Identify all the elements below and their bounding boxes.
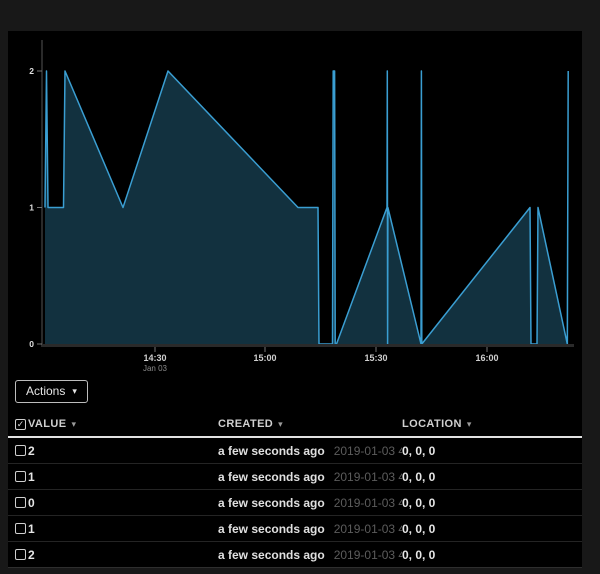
created-relative: a few seconds ago xyxy=(218,444,325,458)
row-checkbox[interactable] xyxy=(15,523,26,534)
location-cell: 0, 0, 0 xyxy=(402,496,582,510)
row-checkbox[interactable] xyxy=(15,549,26,560)
value-cell: 2 xyxy=(28,548,218,562)
column-header-location-label: LOCATION xyxy=(402,418,462,430)
sort-caret-icon: ▾ xyxy=(71,419,76,430)
created-cell: a few seconds ago 2019-01-03 4:22:12 p… xyxy=(218,444,402,458)
created-absolute: 2019-01-03 4:21:46 p… xyxy=(334,522,402,536)
svg-text:15:00: 15:00 xyxy=(253,353,276,363)
table-row: 1a few seconds ago 2019-01-03 4:22:08 …0,… xyxy=(8,464,582,490)
created-cell: a few seconds ago 2019-01-03 4:22:08 … xyxy=(218,470,402,484)
row-checkbox[interactable] xyxy=(15,497,26,508)
area-chart: 2 1 0 14:30Jan 03 15:00 15:30 16:00 xyxy=(8,31,582,376)
actions-button[interactable]: Actions ▾ xyxy=(15,380,88,403)
created-relative: a few seconds ago xyxy=(218,496,325,510)
created-absolute: 2019-01-03 4:22:12 p… xyxy=(334,444,402,458)
column-header-value-label: VALUE xyxy=(28,418,66,430)
svg-text:Jan 03: Jan 03 xyxy=(143,364,168,373)
sort-caret-icon: ▾ xyxy=(467,419,472,430)
table-row: 0a few seconds ago 2019-01-03 4:21:50 p…0… xyxy=(8,490,582,516)
row-checkbox[interactable] xyxy=(15,471,26,482)
created-relative: a few seconds ago xyxy=(218,548,325,562)
location-cell: 0, 0, 0 xyxy=(402,444,582,458)
table-header-row: ✓ VALUE ▾ CREATED ▾ LOCATION ▾ xyxy=(8,412,582,438)
sort-caret-icon: ▾ xyxy=(278,419,283,430)
created-cell: a few seconds ago 2019-01-03 4:21:46 p… xyxy=(218,522,402,536)
svg-text:14:30: 14:30 xyxy=(143,353,166,363)
column-header-location[interactable]: LOCATION ▾ xyxy=(402,418,582,430)
table-body: 2a few seconds ago2019-01-03 4:22:12 p…0… xyxy=(8,438,582,568)
select-all-checkbox[interactable]: ✓ xyxy=(15,419,26,430)
value-cell: 1 xyxy=(28,522,218,536)
svg-text:1: 1 xyxy=(29,203,34,213)
created-cell: a few seconds ago 2019-01-03 4:21:42 p… xyxy=(218,548,402,562)
column-header-created[interactable]: CREATED ▾ xyxy=(218,418,402,430)
created-absolute: 2019-01-03 4:22:08 … xyxy=(334,470,402,484)
value-cell: 0 xyxy=(28,496,218,510)
created-relative: a few seconds ago xyxy=(218,470,325,484)
created-cell: a few seconds ago 2019-01-03 4:21:50 p… xyxy=(218,496,402,510)
created-relative: a few seconds ago xyxy=(218,522,325,536)
column-header-value[interactable]: VALUE ▾ xyxy=(28,418,218,430)
svg-text:2: 2 xyxy=(29,66,34,76)
svg-text:16:00: 16:00 xyxy=(475,353,498,363)
location-cell: 0, 0, 0 xyxy=(402,470,582,484)
records-table: ✓ VALUE ▾ CREATED ▾ LOCATION ▾ 2a few se… xyxy=(8,412,582,568)
row-checkbox[interactable] xyxy=(15,445,26,456)
table-row: 2a few seconds ago 2019-01-03 4:22:12 p…0… xyxy=(8,438,582,464)
actions-button-label: Actions xyxy=(26,384,65,398)
created-absolute: 2019-01-03 4:21:42 p… xyxy=(334,548,402,562)
svg-text:15:30: 15:30 xyxy=(364,353,387,363)
location-cell: 0, 0, 0 xyxy=(402,522,582,536)
table-row: 1a few seconds ago 2019-01-03 4:21:46 p…0… xyxy=(8,516,582,542)
column-header-created-label: CREATED xyxy=(218,418,273,430)
location-cell: 0, 0, 0 xyxy=(402,548,582,562)
value-cell: 1 xyxy=(28,470,218,484)
created-absolute: 2019-01-03 4:21:50 p… xyxy=(334,496,402,510)
dashboard-panel: 21014:30Jan 0315:0015:3016:00 Actions ▾ … xyxy=(8,31,582,562)
svg-text:0: 0 xyxy=(29,339,34,349)
table-row: 2a few seconds ago 2019-01-03 4:21:42 p…0… xyxy=(8,542,582,568)
value-cell: 2 xyxy=(28,444,218,458)
chevron-down-icon: ▾ xyxy=(72,386,77,397)
